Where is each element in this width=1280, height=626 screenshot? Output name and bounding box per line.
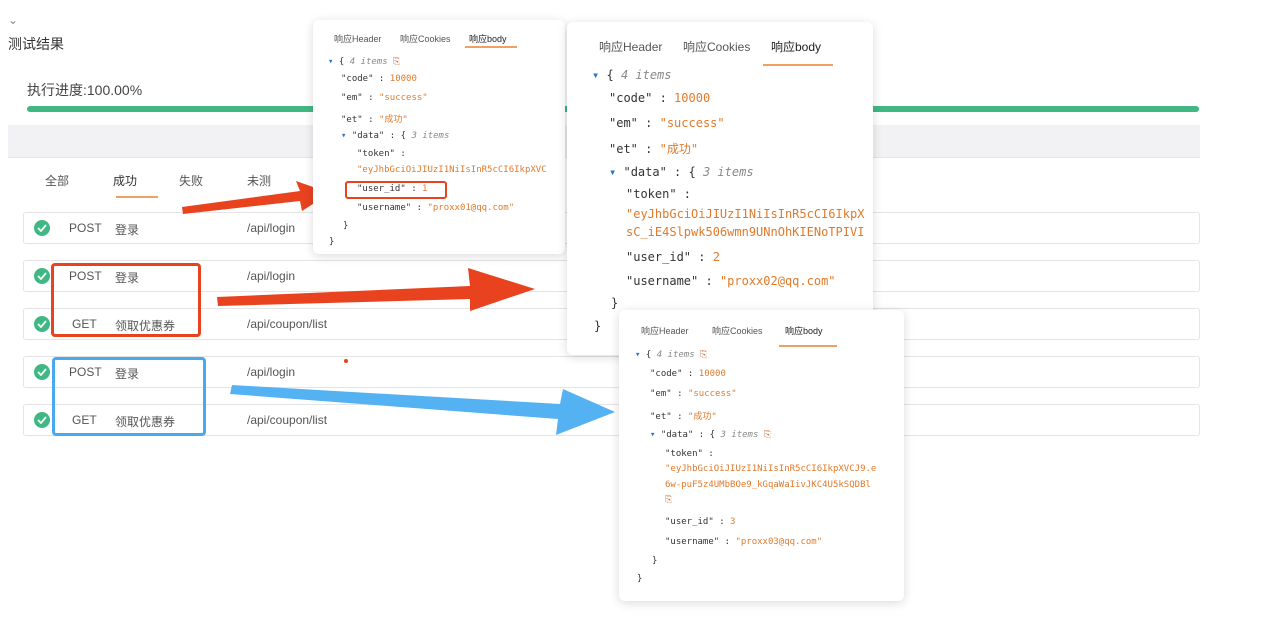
- tab-response-header[interactable]: 响应Header: [599, 38, 662, 55]
- clipboard-icon[interactable]: ⎘: [393, 57, 400, 67]
- arrow-red-2: [217, 268, 535, 311]
- clipboard-icon[interactable]: ⎘: [665, 495, 672, 505]
- arrow-red-1: [182, 181, 330, 214]
- tab-response-header[interactable]: 响应Header: [334, 32, 382, 45]
- clipboard-icon[interactable]: ⎘: [764, 430, 771, 440]
- expand-triangle-icon[interactable]: ▾: [609, 165, 616, 179]
- response-popup-1: 响应Header 响应Cookies 响应body ▾ { 4 items ⎘ …: [313, 20, 565, 254]
- response-popup-2: 响应Header 响应Cookies 响应body ▾ { 4 items "c…: [567, 22, 873, 355]
- expand-triangle-icon[interactable]: ▾: [341, 131, 346, 141]
- expand-triangle-icon[interactable]: ▾: [650, 430, 655, 440]
- expand-triangle-icon[interactable]: ▾: [328, 57, 333, 67]
- tab-response-body[interactable]: 响应body: [785, 324, 823, 337]
- arrow-blue: [230, 385, 615, 435]
- tab-response-cookies[interactable]: 响应Cookies: [400, 32, 451, 45]
- tab-response-cookies[interactable]: 响应Cookies: [683, 38, 750, 55]
- tab-response-body[interactable]: 响应body: [469, 32, 507, 45]
- response-popup-3: 响应Header 响应Cookies 响应body ▾ { 4 items ⎘ …: [619, 310, 904, 601]
- annotation-box-user-id: [345, 181, 447, 199]
- tab-active-indicator: [763, 64, 833, 66]
- clipboard-icon[interactable]: ⎘: [700, 350, 707, 360]
- tab-response-cookies[interactable]: 响应Cookies: [712, 324, 763, 337]
- tab-response-body[interactable]: 响应body: [771, 38, 821, 55]
- tab-active-indicator: [779, 345, 837, 347]
- expand-triangle-icon[interactable]: ▾: [635, 350, 640, 360]
- tab-response-header[interactable]: 响应Header: [641, 324, 689, 337]
- tab-active-indicator: [465, 46, 517, 48]
- expand-triangle-icon[interactable]: ▾: [592, 68, 599, 82]
